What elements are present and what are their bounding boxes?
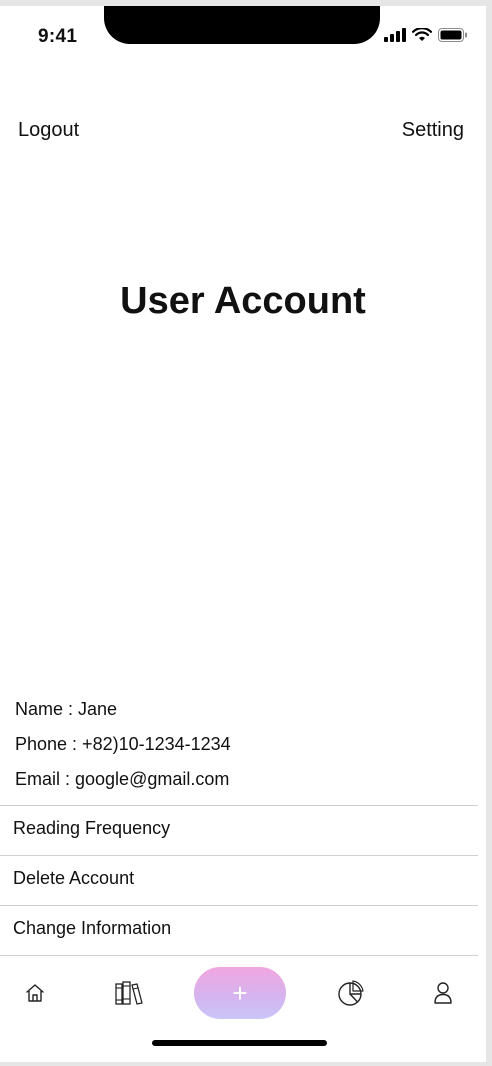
plus-icon: + xyxy=(232,977,248,1008)
home-icon xyxy=(26,984,44,1002)
tab-library[interactable] xyxy=(114,979,144,1007)
user-name: Name : Jane xyxy=(15,699,118,719)
tab-bar: + xyxy=(0,967,486,1021)
battery-icon xyxy=(438,28,467,42)
menu-item-change-information[interactable]: Change Information xyxy=(0,905,478,956)
user-icon xyxy=(434,982,452,1004)
menu-item-delete-account[interactable]: Delete Account xyxy=(0,855,478,905)
user-info: Name : Jane Phone : +82)10-1234-1234 Ema… xyxy=(15,692,231,797)
tab-home[interactable] xyxy=(21,979,49,1007)
status-icons xyxy=(384,28,468,42)
status-time: 9:41 xyxy=(38,26,78,47)
pie-chart-icon xyxy=(338,980,364,1006)
wifi-icon xyxy=(412,28,432,41)
phone-screen: 9:41 Logout Setting User Account Name : … xyxy=(0,6,486,1062)
account-menu: Reading Frequency Delete Account Change … xyxy=(0,805,478,956)
home-indicator xyxy=(152,1040,327,1046)
signal-icon xyxy=(384,28,406,42)
tab-profile[interactable] xyxy=(429,979,457,1007)
tab-statistics[interactable] xyxy=(337,979,365,1007)
notch xyxy=(104,6,380,44)
menu-item-reading-frequency[interactable]: Reading Frequency xyxy=(0,805,478,855)
books-icon xyxy=(115,981,143,1005)
user-phone: Phone : +82)10-1234-1234 xyxy=(15,734,231,754)
add-button[interactable]: + xyxy=(194,967,286,1019)
setting-button[interactable]: Setting xyxy=(402,119,464,142)
page-title: User Account xyxy=(120,280,366,322)
logout-button[interactable]: Logout xyxy=(18,119,79,142)
user-email: Email : google@gmail.com xyxy=(15,769,230,789)
